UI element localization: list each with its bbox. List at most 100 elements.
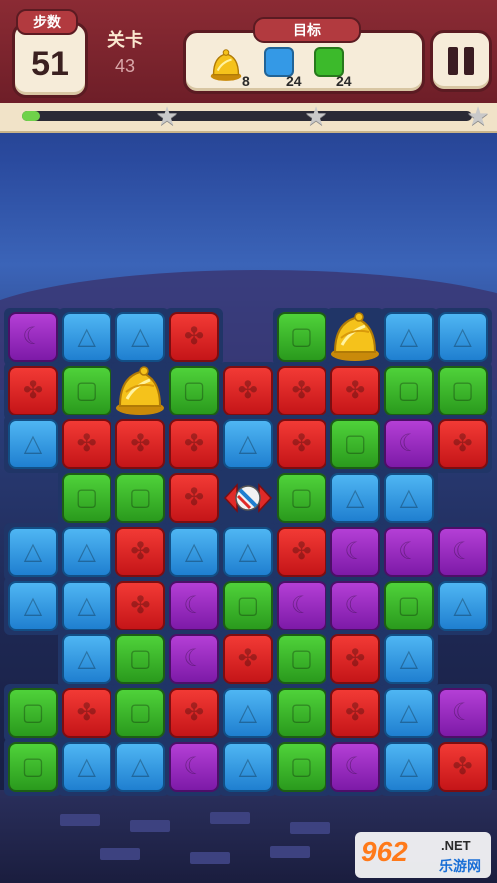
blue-block[interactable]: △	[169, 526, 220, 577]
green-block[interactable]: ▢	[8, 687, 58, 738]
blue-block[interactable]: △	[383, 741, 434, 792]
purple-block[interactable]: ☾	[437, 526, 488, 577]
purple-block[interactable]: ☾	[330, 526, 381, 577]
purple-block[interactable]: ☾	[437, 687, 488, 738]
purple-block-symbol-icon: ☾	[398, 537, 420, 565]
red-block[interactable]: ✤	[276, 419, 327, 470]
green-block[interactable]: ▢	[437, 365, 488, 416]
purple-block-symbol-icon: ☾	[183, 752, 205, 780]
red-block[interactable]: ✤	[115, 580, 166, 631]
blue-block[interactable]: △	[383, 634, 434, 685]
blue-block[interactable]: △	[8, 580, 58, 631]
star-icon: ★	[466, 101, 490, 131]
green-block-symbol-icon: ▢	[182, 376, 206, 404]
purple-block[interactable]: ☾	[330, 741, 381, 792]
purple-block[interactable]: ☾	[169, 580, 220, 631]
blue-block[interactable]: △	[437, 312, 488, 362]
green-block[interactable]: ▢	[276, 687, 327, 738]
green-block[interactable]: ▢	[330, 419, 381, 470]
red-block[interactable]: ✤	[169, 312, 220, 362]
green-block-symbol-icon: ▢	[129, 484, 152, 512]
red-block[interactable]: ✤	[169, 687, 220, 738]
blue-block[interactable]: △	[115, 741, 166, 792]
red-block[interactable]: ✤	[330, 634, 381, 685]
purple-block[interactable]: ☾	[169, 741, 220, 792]
green-block[interactable]: ▢	[8, 741, 58, 792]
red-block[interactable]: ✤	[437, 741, 488, 792]
blue-block[interactable]: △	[61, 634, 112, 685]
green-block[interactable]: ▢	[61, 473, 112, 524]
golden-bell-icon[interactable]	[329, 310, 381, 362]
pause-button[interactable]	[430, 30, 492, 92]
green-block-symbol-icon: ▢	[129, 645, 152, 673]
red-block[interactable]: ✤	[437, 419, 488, 470]
green-block-symbol-icon: ▢	[290, 752, 313, 780]
purple-block[interactable]: ☾	[169, 634, 220, 685]
red-block[interactable]: ✤	[330, 365, 381, 416]
red-block[interactable]: ✤	[61, 419, 112, 470]
green-block[interactable]: ▢	[383, 580, 434, 631]
blue-block-symbol-icon: △	[23, 430, 43, 458]
red-block-symbol-icon: ✤	[184, 698, 205, 726]
golden-bell-icon	[210, 49, 242, 81]
red-block[interactable]: ✤	[115, 419, 166, 470]
red-block[interactable]: ✤	[330, 687, 381, 738]
blue-block[interactable]: △	[61, 580, 112, 631]
purple-block[interactable]: ☾	[276, 580, 327, 631]
red-block[interactable]: ✤	[276, 365, 327, 416]
blue-block-symbol-icon: △	[23, 591, 43, 619]
blue-block[interactable]: △	[8, 419, 58, 470]
purple-block[interactable]: ☾	[8, 312, 58, 362]
green-block[interactable]: ▢	[115, 687, 166, 738]
red-block[interactable]: ✤	[8, 365, 58, 416]
goal-label: 目标	[253, 17, 361, 43]
score-progress-bar	[22, 111, 472, 121]
blue-block[interactable]: △	[61, 312, 112, 362]
blue-block[interactable]: △	[222, 741, 273, 792]
blue-block[interactable]: △	[330, 473, 381, 524]
green-block[interactable]: ▢	[276, 634, 327, 685]
green-block[interactable]: ▢	[383, 365, 434, 416]
green-block[interactable]: ▢	[276, 473, 327, 524]
green-block[interactable]: ▢	[276, 312, 327, 362]
purple-block[interactable]: ☾	[383, 419, 434, 470]
blue-block[interactable]: △	[222, 419, 273, 470]
goal-bell-count: 8	[242, 73, 250, 89]
blue-block[interactable]: △	[61, 741, 112, 792]
blue-block-symbol-icon: △	[131, 323, 150, 350]
purple-block[interactable]: ☾	[383, 526, 434, 577]
blue-block[interactable]: △	[383, 312, 434, 362]
green-block[interactable]: ▢	[169, 365, 220, 416]
red-block[interactable]: ✤	[115, 526, 166, 577]
green-block[interactable]: ▢	[222, 580, 273, 631]
blue-block[interactable]: △	[383, 473, 434, 524]
blue-block[interactable]: △	[437, 580, 488, 631]
green-block[interactable]: ▢	[115, 634, 166, 685]
blue-block-symbol-icon: △	[238, 698, 258, 726]
blue-block[interactable]: △	[8, 526, 58, 577]
red-block-symbol-icon: ✤	[22, 376, 44, 404]
green-block[interactable]: ▢	[61, 365, 112, 416]
red-block[interactable]: ✤	[61, 687, 112, 738]
blue-block[interactable]: △	[222, 687, 273, 738]
red-block[interactable]: ✤	[276, 526, 327, 577]
red-block[interactable]: ✤	[222, 365, 273, 416]
watermark-site: 乐游网	[439, 858, 481, 874]
purple-block[interactable]: ☾	[330, 580, 381, 631]
striped-candy-icon[interactable]	[223, 481, 273, 515]
blue-block[interactable]: △	[222, 526, 273, 577]
green-block[interactable]: ▢	[115, 473, 166, 524]
red-block[interactable]: ✤	[222, 634, 273, 685]
red-block[interactable]: ✤	[169, 473, 220, 524]
red-block[interactable]: ✤	[169, 419, 220, 470]
green-block[interactable]: ▢	[276, 741, 327, 792]
blue-block[interactable]: △	[115, 312, 166, 362]
blue-block-symbol-icon: △	[77, 645, 96, 673]
blue-block[interactable]: △	[383, 687, 434, 738]
blue-block-symbol-icon: △	[399, 645, 419, 673]
purple-block-symbol-icon: ☾	[451, 698, 474, 726]
purple-block-symbol-icon: ☾	[344, 752, 366, 780]
golden-bell-icon[interactable]	[114, 364, 166, 416]
blue-block-symbol-icon: △	[453, 591, 472, 619]
blue-block[interactable]: △	[61, 526, 112, 577]
